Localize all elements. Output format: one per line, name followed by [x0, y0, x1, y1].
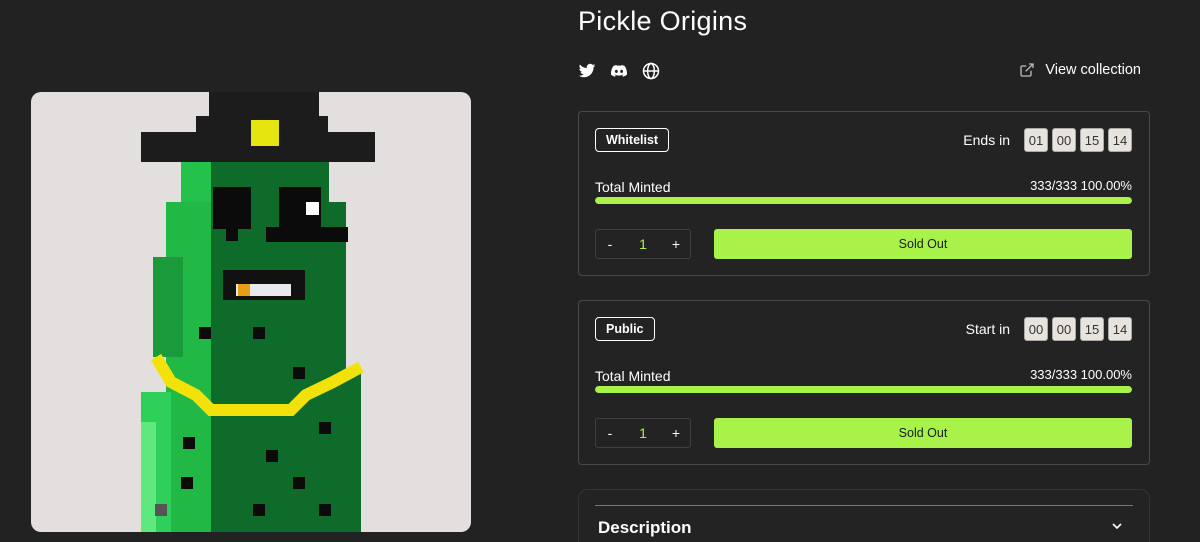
mint-progress-bar — [595, 197, 1132, 204]
twitter-icon[interactable] — [578, 62, 596, 80]
decrement-button[interactable]: - — [596, 236, 624, 252]
decrement-button[interactable]: - — [596, 425, 624, 441]
timer-hours: 00 — [1052, 317, 1076, 341]
view-collection-label: View collection — [1045, 62, 1141, 78]
countdown-timer: Start in 00 00 15 14 — [966, 317, 1132, 341]
quantity-stepper: - 1 + — [595, 229, 691, 259]
mint-progress-fill — [595, 386, 1132, 393]
phase-badge: Whitelist — [595, 128, 670, 152]
minted-count: 333/333 100.00% — [1030, 367, 1132, 382]
increment-button[interactable]: + — [662, 236, 690, 252]
timer-label: Start in — [965, 321, 1010, 337]
increment-button[interactable]: + — [662, 425, 690, 441]
chevron-down-icon[interactable] — [1111, 520, 1123, 532]
mint-progress-fill — [595, 197, 1132, 204]
divider — [595, 505, 1133, 506]
whitelist-phase-card: Whitelist Ends in 01 00 15 14 Total Mint… — [578, 111, 1150, 276]
minted-count: 333/333 100.00% — [1030, 178, 1132, 193]
countdown-timer: Ends in 01 00 15 14 — [963, 128, 1132, 152]
total-minted-label: Total Minted — [595, 179, 671, 195]
description-accordion[interactable]: Description — [578, 489, 1150, 542]
total-minted-label: Total Minted — [595, 368, 671, 384]
external-link-icon — [1020, 63, 1035, 77]
globe-icon[interactable] — [642, 62, 660, 80]
description-title: Description — [598, 518, 692, 537]
timer-label: Ends in — [963, 132, 1010, 148]
discord-icon[interactable] — [610, 62, 628, 80]
public-phase-card: Public Start in 00 00 15 14 Total Minted… — [578, 300, 1150, 465]
quantity-stepper: - 1 + — [595, 418, 691, 448]
timer-hours: 00 — [1052, 128, 1076, 152]
mint-progress-bar — [595, 386, 1132, 393]
timer-minutes: 15 — [1080, 317, 1104, 341]
timer-days: 01 — [1024, 128, 1048, 152]
nft-image — [31, 92, 471, 532]
collection-title: Pickle Origins — [578, 6, 748, 36]
sold-out-button[interactable]: Sold Out — [714, 229, 1132, 259]
sold-out-button[interactable]: Sold Out — [714, 418, 1132, 448]
view-collection-link[interactable]: View collection — [1019, 62, 1141, 78]
timer-days: 00 — [1024, 317, 1048, 341]
phase-badge: Public — [595, 317, 655, 341]
quantity-value[interactable]: 1 — [624, 236, 662, 252]
timer-seconds: 14 — [1108, 317, 1132, 341]
quantity-value[interactable]: 1 — [624, 425, 662, 441]
social-links — [578, 62, 660, 80]
pickle-artwork — [141, 92, 375, 532]
timer-minutes: 15 — [1080, 128, 1104, 152]
timer-seconds: 14 — [1108, 128, 1132, 152]
